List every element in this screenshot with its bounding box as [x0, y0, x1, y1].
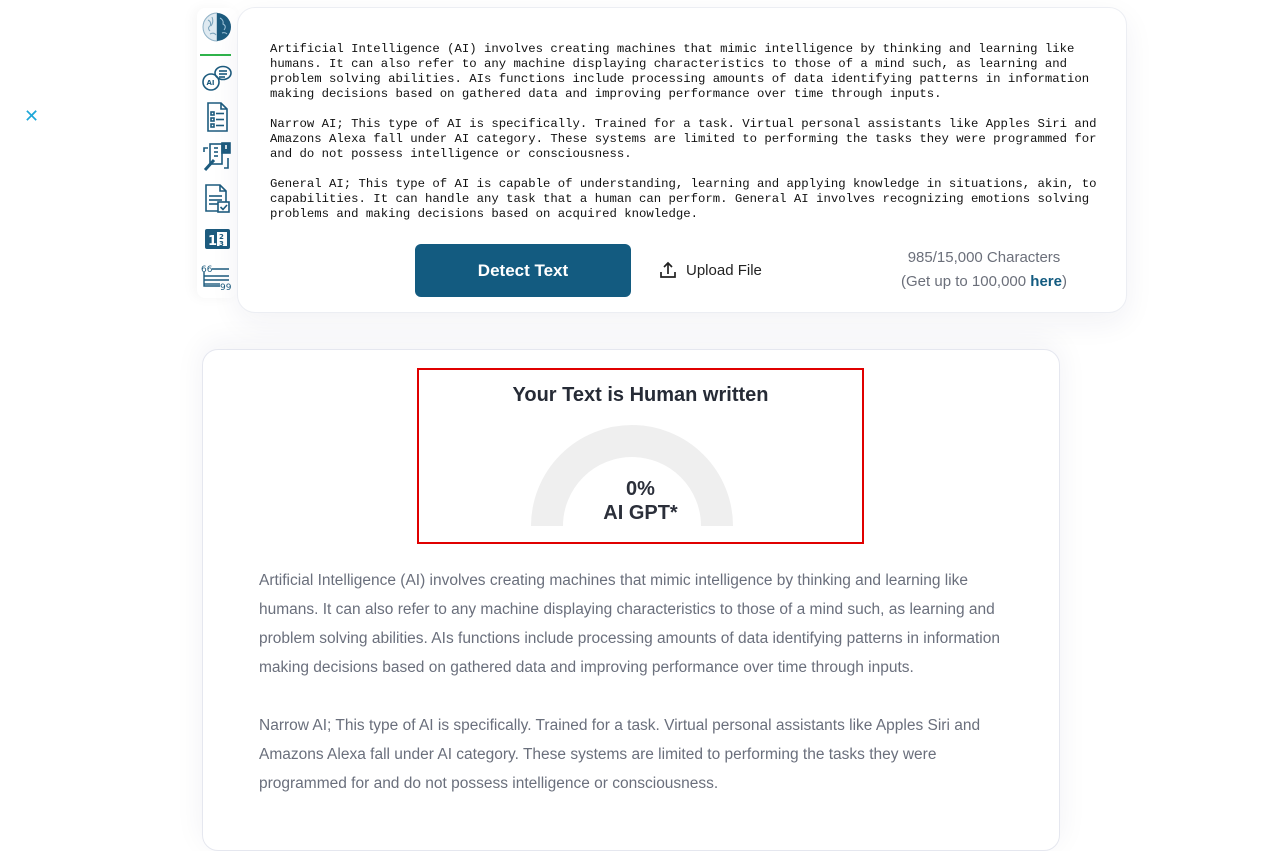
result-title: Your Text is Human written — [512, 384, 769, 406]
character-count: 985/15,000 Characters (Get up to 100,000… — [874, 246, 1094, 294]
analyzed-text: Artificial Intelligence (AI) involves cr… — [259, 566, 1004, 827]
svg-text:1: 1 — [208, 234, 217, 249]
result-paragraph: Narrow AI; This type of AI is specifical… — [259, 717, 981, 792]
ai-chat-icon[interactable]: AI — [200, 62, 234, 96]
close-icon[interactable]: ✕ — [24, 108, 40, 126]
plagiarism-icon[interactable] — [200, 140, 234, 174]
upgrade-note: (Get up to 100,000 here) — [874, 270, 1094, 294]
active-indicator — [200, 54, 231, 56]
upload-icon — [660, 261, 676, 278]
document-check-icon[interactable] — [200, 182, 234, 216]
input-paragraph: General AI; This type of AI is capable o… — [270, 177, 1097, 221]
svg-text:3: 3 — [219, 240, 224, 248]
svg-text:66: 66 — [201, 265, 213, 275]
quote-icon[interactable]: 66 99 — [200, 262, 234, 296]
text-input-card: Artificial Intelligence (AI) involves cr… — [237, 7, 1127, 313]
fraction-icon[interactable]: 1 2 3 — [200, 222, 234, 256]
detect-text-button[interactable]: Detect Text — [415, 244, 631, 297]
upload-file-label: Upload File — [686, 261, 762, 279]
brain-icon[interactable] — [200, 10, 234, 44]
input-paragraph: Narrow AI; This type of AI is specifical… — [270, 117, 1097, 161]
ai-percentage: 0% — [626, 478, 655, 500]
document-list-icon[interactable] — [200, 100, 234, 134]
svg-text:AI: AI — [207, 79, 215, 87]
text-input-area[interactable]: Artificial Intelligence (AI) involves cr… — [270, 42, 1100, 237]
gauge-label: AI GPT* — [603, 502, 678, 524]
upgrade-suffix: ) — [1061, 273, 1067, 290]
result-summary: Your Text is Human written 0% AI GPT* — [417, 368, 864, 544]
upload-file-button[interactable]: Upload File — [658, 258, 762, 282]
tool-sidebar: AI 1 2 3 66 99 — [197, 8, 237, 298]
input-paragraph: Artificial Intelligence (AI) involves cr… — [270, 42, 1090, 101]
upgrade-link[interactable]: here — [1030, 273, 1062, 290]
result-card: Your Text is Human written 0% AI GPT* Ar… — [202, 349, 1060, 851]
upgrade-prefix: (Get up to 100,000 — [901, 273, 1031, 290]
svg-text:99: 99 — [220, 283, 232, 293]
result-paragraph: Artificial Intelligence (AI) involves cr… — [259, 572, 1000, 676]
character-count-text: 985/15,000 Characters — [907, 249, 1061, 266]
